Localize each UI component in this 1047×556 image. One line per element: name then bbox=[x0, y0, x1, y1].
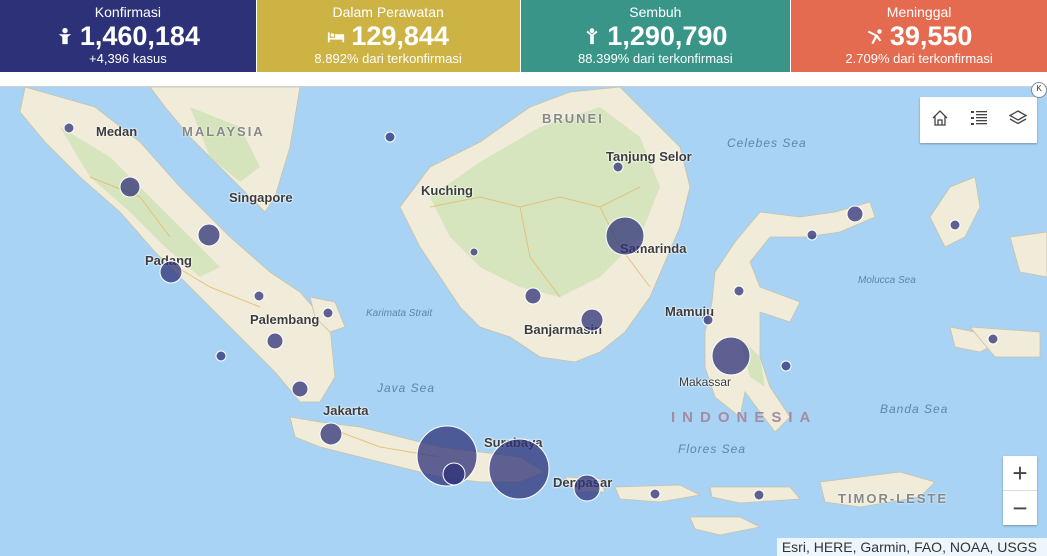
map-attribution: Esri, HERE, Garmin, FAO, NOAA, USGS bbox=[776, 538, 1047, 556]
case-bubble[interactable] bbox=[649, 488, 661, 500]
case-bubble[interactable] bbox=[253, 290, 265, 302]
collapse-button[interactable]: K bbox=[1031, 82, 1047, 98]
case-bubble[interactable] bbox=[780, 360, 792, 372]
case-bubble[interactable] bbox=[469, 247, 479, 257]
case-bubble[interactable] bbox=[949, 219, 961, 231]
case-bubble[interactable] bbox=[806, 229, 818, 241]
case-bubble[interactable] bbox=[63, 122, 75, 134]
case-bubble[interactable] bbox=[215, 350, 227, 362]
in-care-card: Dalam Perawatan 129,844 8.892% dari terk… bbox=[256, 0, 520, 72]
case-bubble[interactable] bbox=[159, 260, 183, 284]
deceased-value: 39,550 bbox=[889, 21, 973, 51]
case-bubble[interactable] bbox=[846, 205, 864, 223]
in-care-label: Dalam Perawatan bbox=[332, 4, 444, 20]
confirmed-card: Konfirmasi 1,460,184 +4,396 kasus bbox=[0, 0, 256, 72]
case-bubble[interactable] bbox=[266, 332, 284, 350]
case-bubble[interactable] bbox=[319, 422, 343, 446]
case-bubble[interactable] bbox=[573, 474, 601, 502]
confirmed-delta: +4,396 kasus bbox=[89, 51, 167, 66]
map-toolbar bbox=[920, 97, 1037, 143]
confirmed-value: 1,460,184 bbox=[79, 21, 200, 51]
case-bubble[interactable] bbox=[291, 380, 309, 398]
recovered-card: Sembuh 1,290,790 88.399% dari terkonfirm… bbox=[520, 0, 791, 72]
case-bubble[interactable] bbox=[711, 336, 751, 376]
hospital-bed-icon bbox=[327, 21, 345, 51]
zoom-controls: + − bbox=[1003, 456, 1037, 525]
deceased-label: Meninggal bbox=[886, 4, 952, 20]
home-icon bbox=[930, 108, 950, 133]
case-bubble[interactable] bbox=[987, 333, 999, 345]
in-care-value: 129,844 bbox=[351, 21, 449, 51]
case-bubble[interactable] bbox=[753, 489, 765, 501]
deceased-percent: 2.709% dari terkonfirmasi bbox=[845, 51, 993, 66]
zoom-out-button[interactable]: − bbox=[1003, 490, 1037, 525]
case-bubble[interactable] bbox=[442, 462, 466, 486]
in-care-percent: 8.892% dari terkonfirmasi bbox=[314, 51, 462, 66]
case-bubble[interactable] bbox=[612, 161, 624, 173]
recovered-percent: 88.399% dari terkonfirmasi bbox=[578, 51, 733, 66]
recovered-value: 1,290,790 bbox=[607, 21, 728, 51]
case-bubble[interactable] bbox=[384, 131, 396, 143]
case-bubble[interactable] bbox=[580, 308, 604, 332]
map-view[interactable]: Medan Singapore Padang Palembang Jakarta… bbox=[0, 86, 1047, 556]
legend-button[interactable] bbox=[959, 97, 998, 143]
case-bubble[interactable] bbox=[733, 285, 745, 297]
confirmed-person-icon bbox=[56, 21, 74, 51]
stats-bar: Konfirmasi 1,460,184 +4,396 kasus Dalam … bbox=[0, 0, 1047, 72]
case-bubbles-layer bbox=[63, 122, 999, 502]
deceased-person-icon bbox=[866, 21, 884, 51]
layers-button[interactable] bbox=[998, 97, 1037, 143]
recovered-label: Sembuh bbox=[629, 4, 682, 20]
recovered-person-icon bbox=[583, 21, 601, 51]
case-bubble[interactable] bbox=[524, 287, 542, 305]
case-bubble[interactable] bbox=[488, 438, 550, 500]
case-bubble[interactable] bbox=[322, 307, 334, 319]
zoom-in-button[interactable]: + bbox=[1003, 456, 1037, 490]
layers-icon bbox=[1008, 108, 1028, 133]
case-bubble[interactable] bbox=[119, 176, 141, 198]
legend-list-icon bbox=[969, 108, 989, 133]
confirmed-label: Konfirmasi bbox=[94, 4, 161, 20]
case-bubble[interactable] bbox=[197, 223, 221, 247]
case-bubble[interactable] bbox=[605, 216, 645, 256]
deceased-card: Meninggal 39,550 2.709% dari terkonfirma… bbox=[791, 0, 1047, 72]
home-button[interactable] bbox=[920, 97, 959, 143]
case-bubble[interactable] bbox=[702, 314, 714, 326]
